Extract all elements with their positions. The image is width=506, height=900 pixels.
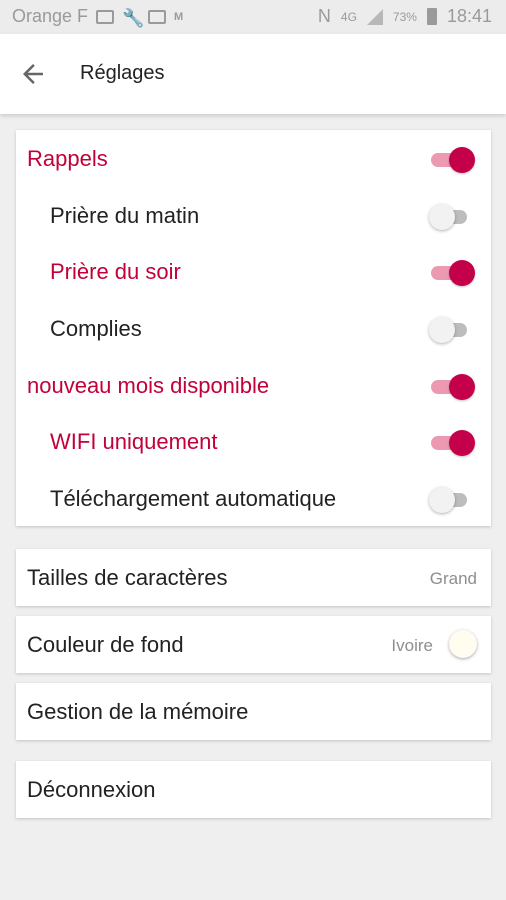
reminders-toggle[interactable] — [431, 145, 475, 175]
network-type: 4G — [340, 9, 357, 24]
background-color-value: Ivoire — [391, 636, 433, 655]
complies-toggle[interactable] — [429, 315, 475, 345]
morning-prayer-toggle[interactable] — [429, 202, 475, 232]
wifi-only-label: WIFI uniquement — [50, 429, 218, 454]
clock: 18:41 — [446, 6, 492, 26]
morning-prayer-row[interactable]: Prière du matin — [16, 187, 491, 244]
status-bar: Orange F 🔧 M N 4G 73% 18:41 — [0, 0, 506, 34]
complies-row[interactable]: Complies — [16, 300, 491, 357]
wifi-only-row[interactable]: WIFI uniquement — [16, 413, 491, 470]
logout-button[interactable]: Déconnexion — [16, 761, 491, 818]
notification-add-icon — [96, 9, 115, 24]
app-bar: Réglages — [0, 34, 506, 114]
new-month-toggle[interactable] — [431, 372, 475, 402]
background-color-label: Couleur de fond — [27, 632, 184, 657]
complies-label: Complies — [50, 316, 142, 341]
evening-prayer-row[interactable]: Prière du soir — [16, 243, 491, 300]
image-icon — [148, 9, 167, 24]
auto-download-label: Téléchargement automatique — [50, 486, 337, 511]
auto-download-toggle[interactable] — [429, 485, 475, 515]
wrench-icon: 🔧 — [122, 7, 145, 28]
battery-icon — [426, 8, 437, 25]
color-swatch[interactable] — [449, 630, 477, 658]
memory-management-setting[interactable]: Gestion de la mémoire — [16, 683, 491, 740]
reminders-label: Rappels — [27, 146, 108, 171]
morning-prayer-label: Prière du matin — [50, 203, 200, 228]
font-size-value: Grand — [429, 569, 477, 588]
evening-prayer-label: Prière du soir — [50, 259, 181, 284]
wifi-only-toggle[interactable] — [431, 428, 475, 458]
new-month-label: nouveau mois disponible — [27, 373, 270, 398]
reminders-main-row[interactable]: Rappels — [16, 130, 491, 187]
new-month-row[interactable]: nouveau mois disponible — [16, 357, 491, 414]
font-size-label: Tailles de caractères — [27, 565, 228, 590]
carrier-name: Orange F — [12, 6, 89, 26]
back-arrow-icon[interactable] — [18, 59, 48, 89]
logout-label: Déconnexion — [27, 777, 156, 802]
battery-percent: 73% — [392, 9, 417, 24]
background-color-setting[interactable]: Couleur de fond Ivoire — [16, 616, 491, 673]
memory-management-label: Gestion de la mémoire — [27, 699, 249, 724]
font-size-setting[interactable]: Tailles de caractères Grand — [16, 549, 491, 606]
nfc-icon: N — [317, 6, 331, 26]
auto-download-row[interactable]: Téléchargement automatique — [16, 470, 491, 527]
reminders-card: Rappels Prière du matin Prière du soir C… — [16, 130, 491, 526]
page-title: Réglages — [80, 62, 165, 84]
evening-prayer-toggle[interactable] — [431, 258, 475, 288]
gmail-icon: M — [174, 10, 184, 23]
signal-icon — [366, 8, 383, 25]
